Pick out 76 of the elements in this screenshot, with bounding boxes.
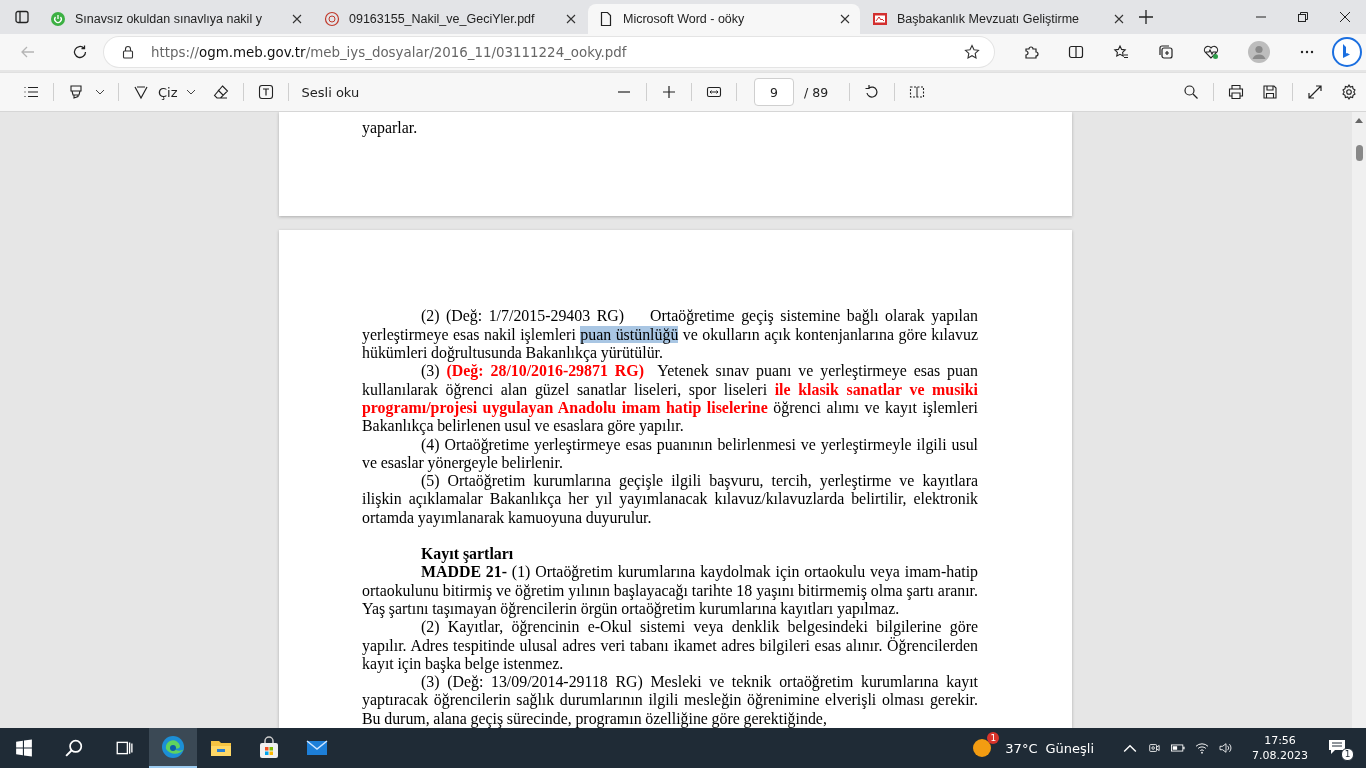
browser-tab[interactable]: Sınavsız okuldan sınavlıya nakil y — [40, 4, 312, 34]
paragraph: yaparlar. — [362, 119, 419, 138]
start-icon[interactable] — [15, 739, 33, 757]
task-view-icon[interactable] — [115, 739, 133, 757]
browser-tab[interactable]: 09163155_Nakil_ve_GeciYler.pdf — [314, 4, 586, 34]
close-icon[interactable] — [1340, 12, 1350, 22]
wave-logo-icon — [161, 735, 185, 759]
scrollbar-thumb[interactable] — [1356, 145, 1363, 161]
speech-bubble-icon[interactable] — [1328, 739, 1346, 755]
page-total: / 89 — [804, 84, 829, 100]
restore-icon[interactable] — [1298, 12, 1308, 22]
read-aloud-button[interactable]: Sesli oku — [293, 80, 368, 104]
sun-icon[interactable] — [971, 736, 994, 758]
close-icon[interactable] — [292, 14, 302, 24]
close-icon[interactable] — [566, 14, 576, 24]
paragraph: (2) Kayıtlar, öğrencinin e-Okul sistemi veya denklik belgesindeki bilgilerine göre yapılır. Adres tespitinde ulusal adres veri tabanı ikamet adres bilgileri esas alınır. Öğrencilerden kayıt için başka belge istenmez. — [362, 618, 978, 674]
power-icon — [50, 11, 66, 27]
wifi-icon[interactable] — [1195, 742, 1209, 754]
profile-avatar-icon[interactable] — [1248, 41, 1270, 63]
page-view-icon[interactable] — [909, 84, 926, 100]
paragraph: (5) Ortaöğretim kurumlarına geçişle ilgili başvuru, tercih, yerleştirme ve kayıtlara ilişkin açıklamalar Bakanlıkça her yıl yayımlanacak kılavuz/kılavuzlarda belirtilir, elektronik ortamda yayımlanarak kamuoyuna duyurulur. — [362, 472, 978, 528]
highlighter-icon[interactable] — [68, 84, 84, 100]
close-icon[interactable] — [1114, 14, 1124, 24]
caret-icon[interactable] — [185, 89, 196, 95]
browser-tab[interactable]: Microsoft Word - oöky — [588, 4, 860, 34]
fullscreen-icon[interactable] — [1307, 84, 1323, 100]
search-icon[interactable] — [65, 739, 83, 757]
split-screen-icon[interactable] — [1068, 44, 1084, 60]
settings-icon[interactable] — [1341, 84, 1357, 100]
scroll-up-icon[interactable] — [1355, 118, 1363, 123]
contents-icon[interactable] — [23, 84, 39, 100]
zoom-in-icon[interactable] — [661, 84, 678, 100]
chat-logo-icon[interactable] — [1332, 37, 1362, 67]
heart-pulse-icon[interactable] — [1203, 44, 1219, 60]
section-heading: Kayıt şartları — [421, 545, 515, 564]
fit-width-icon[interactable] — [706, 84, 723, 100]
puzzle-icon[interactable] — [1023, 44, 1039, 60]
caret-icon[interactable] — [95, 89, 105, 95]
draw-label[interactable]: Çiz — [158, 84, 178, 100]
star-icon[interactable] — [964, 44, 980, 60]
notification-count: 1 — [1341, 748, 1354, 761]
text-box-icon[interactable] — [257, 84, 274, 100]
notification-badge: 1 — [987, 732, 1000, 744]
weather-condition[interactable]: Güneşli — [1045, 740, 1094, 756]
page-number-field[interactable]: 9 — [754, 78, 795, 106]
battery-icon[interactable] — [1171, 742, 1185, 754]
temperature[interactable]: 37°C — [1005, 740, 1038, 756]
camera-icon[interactable] — [1147, 742, 1161, 754]
paragraph: MADDE 21- (1) Ortaöğretim kurumlarına kaydolmak için ortaokulu veya imam-hatip ortaokulunu bitirmiş ve öğretim yılının başlayacağı tarihte 18 yaşını bitirmemiş olma şartı aranır. Yaş şartını taşımayan öğrencilerin örgün ortaöğretim kurumlarına kayıtları yapılmaz. — [362, 563, 978, 619]
paragraph: (4) Ortaöğretime yerleştirmeye esas puanının belirlenmesi ve yerleştirmeyle ilgili usul ve esaslar yönergeyle belirlenir. — [362, 435, 978, 473]
clock-time[interactable]: 17:56 — [1264, 733, 1296, 748]
clock-date[interactable]: 7.08.2023 — [1252, 748, 1308, 763]
pdf-icon — [872, 11, 888, 27]
browser-tab[interactable]: Başbakanlık Mevzuatı Geliştirme — [862, 4, 1134, 34]
speaker-icon[interactable] — [1219, 742, 1233, 754]
document-icon — [598, 11, 614, 27]
print-icon[interactable] — [1228, 84, 1244, 100]
close-icon[interactable] — [840, 14, 850, 24]
eraser-icon[interactable] — [212, 84, 229, 100]
paragraph: (3) (Değ: 28/10/2016-29871 RG) Yetenek sınav puanı ve yerleştirmeye esas puan kullanılarak öğrenci alan güzel sanatlar liseleri, spor liseleri ile klasik sanatlar ve musiki programı/projesi uygulayan Anadolu imam hatip liselerine öğrenci alımı ve kayıt işlemleri Bakanlıkça belirlenen usul ve esaslara göre yapılır. — [362, 362, 978, 436]
lock-icon — [122, 45, 134, 59]
paragraph: (2) (Değ: 1/7/2015-29403 RG) Ortaöğretime geçiş sistemine bağlı olarak yapılan yerleştirmeye esas nakil işlemleri puan üstünlüğü ve okulların açık kontenjanlarına göre kılavuz hükümleri doğrultusunda Bakanlıkça yürütülür. — [362, 307, 978, 363]
favorites-icon[interactable] — [1113, 44, 1129, 60]
address-field[interactable]: https://ogm.meb.gov.tr/meb_iys_dosyalar/2016_11/03111224_ooky.pdf — [104, 37, 994, 67]
tab-actions-icon[interactable] — [14, 9, 30, 25]
chevron-up-icon[interactable] — [1123, 742, 1137, 754]
save-icon[interactable] — [1262, 84, 1278, 100]
pen-icon[interactable] — [133, 84, 149, 100]
taskbar-app[interactable] — [149, 728, 197, 768]
collections-icon[interactable] — [1158, 44, 1174, 60]
search-icon[interactable] — [1183, 84, 1199, 100]
refresh-icon[interactable] — [72, 44, 88, 60]
shopping-bag-icon — [257, 736, 281, 760]
new-tab-icon[interactable] — [1138, 9, 1154, 25]
emblem-icon — [324, 11, 340, 27]
paragraph: (3) (Değ: 13/09/2014-29118 RG) Mesleki ve teknik ortaöğretim kurumlarına kayıt yaptıracak öğrencilerin sağlık durumlarının ilgili mesleğin öğrenimine elverişli olması gerekir. Bu durum, alana geçiş sürecinde, programın özelliğine göre gerektiğinde, — [362, 673, 978, 728]
